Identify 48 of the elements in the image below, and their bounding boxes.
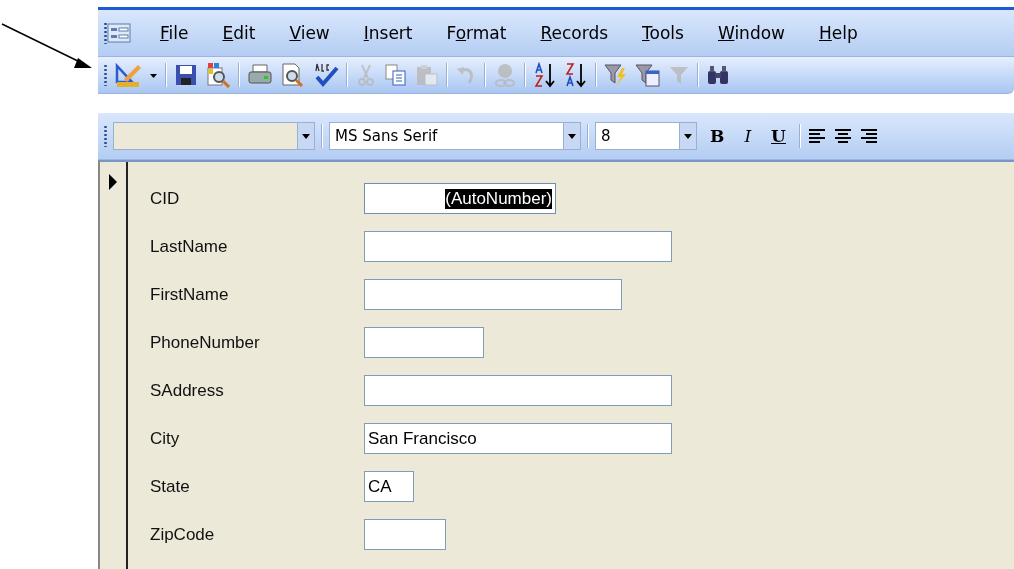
text-field[interactable] [364,231,672,262]
field-label: PhoneNumber [150,332,261,353]
bold-button[interactable]: B [703,126,732,146]
menu-item[interactable]: File [143,23,206,43]
dropdown-arrow-icon[interactable] [302,133,310,139]
align-center-icon[interactable] [832,127,853,145]
text-field[interactable]: San Francisco [364,423,672,454]
field-label: LastName [150,236,229,257]
ruler-pencil-icon[interactable] [114,62,142,88]
menu-item[interactable]: Tools [625,23,701,43]
menu-item[interactable]: Records [523,23,626,43]
field-label: FirstName [150,284,230,305]
text-field[interactable] [364,519,446,550]
page-magnifier-icon[interactable] [280,62,306,88]
text-field[interactable] [364,327,484,358]
record-selector-icon [108,174,118,190]
italic-button[interactable]: I [737,126,759,146]
sort-descending-icon[interactable] [564,62,588,88]
form-view-icon[interactable] [107,23,131,43]
field-label: CID [150,188,181,209]
text-field[interactable]: (AutoNumber) [364,183,556,214]
text-field[interactable] [364,279,622,310]
font-size-dropdown[interactable]: 8 [595,122,697,150]
field-label: State [150,476,191,497]
text-field[interactable] [364,375,672,406]
dropdown-arrow-icon[interactable] [684,133,692,139]
menu-item[interactable]: Insert [346,23,430,43]
menu-item[interactable]: Format [429,23,524,43]
menu-item[interactable]: Help [802,23,875,43]
align-right-icon[interactable] [858,127,879,145]
field-label: ZipCode [150,524,216,545]
copy-pages-icon[interactable] [384,63,408,87]
menu-item[interactable]: Window [700,23,802,43]
printer-icon[interactable] [247,63,273,87]
field-label: SAddress [150,380,225,401]
align-left-icon[interactable] [806,127,827,145]
sort-ascending-icon[interactable] [533,62,557,88]
dropdown-arrow-icon[interactable] [568,133,576,139]
menu-item[interactable]: Edit [205,23,273,43]
funnel-form-icon[interactable] [635,62,661,88]
menu-item[interactable]: View [272,23,347,43]
spelling-check-icon[interactable] [313,62,339,88]
field-label: City [150,428,181,449]
binoculars-icon[interactable] [706,63,730,87]
text-field[interactable]: CA [364,471,414,502]
document-magnifier-icon[interactable] [205,62,231,88]
underline-button[interactable]: U [764,126,793,146]
font-dropdown[interactable]: MS Sans Serif [329,122,581,150]
